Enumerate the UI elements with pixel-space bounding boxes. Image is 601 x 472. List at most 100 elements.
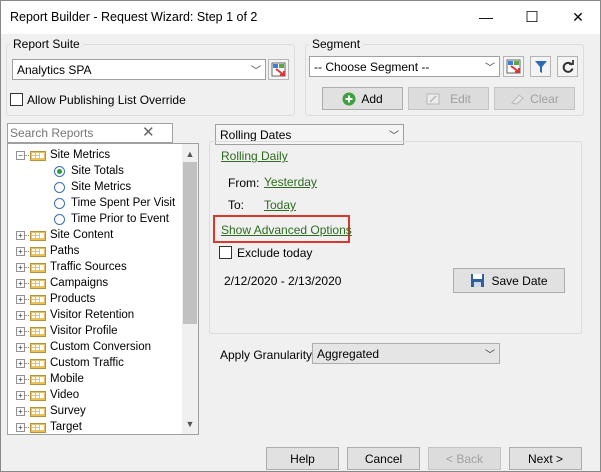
tree-folder-item[interactable]: + Site Content [16,227,113,243]
tree-item-label: Site Content [50,229,114,241]
report-suite-select[interactable]: Analytics SPA ﹀ [12,59,266,80]
expand-icon[interactable]: + [16,246,25,256]
granularity-select[interactable]: Aggregated ﹀ [312,343,500,364]
scroll-up-icon[interactable]: ▲ [182,146,198,162]
help-label: Help [290,451,315,466]
expand-icon[interactable]: + [16,278,25,288]
expand-icon[interactable]: + [16,294,25,304]
edit-segment-button[interactable]: Edit [408,87,489,110]
folder-icon [30,294,46,305]
tree-folder-item[interactable]: + Survey [16,403,86,419]
tree-connector [25,378,29,380]
tree-folder-item[interactable]: − Site Metrics [16,147,110,163]
tree-folder-item[interactable]: + Video [16,387,79,403]
tree-folder-item[interactable]: + Traffic Sources [16,259,127,275]
expand-icon[interactable]: + [16,342,25,352]
next-button[interactable]: Next > [509,447,582,470]
tree-connector [25,282,29,284]
radio-selected-icon[interactable] [54,165,65,177]
tree-item-label: Custom Traffic [50,357,124,369]
tree-folder-item[interactable]: + Paths [16,243,79,259]
tree-connector [25,298,29,300]
tree-folder-item[interactable]: + Visitor Profile [16,323,118,339]
folder-icon [30,262,46,273]
to-label: To: [228,198,245,212]
allow-override-checkbox[interactable] [10,93,23,106]
folder-icon [30,358,46,369]
search-input[interactable] [10,125,130,141]
refresh-button[interactable] [557,56,578,77]
expand-icon[interactable]: + [16,310,25,320]
tree-folder-item[interactable]: + Custom Traffic [16,355,124,371]
date-range-text: 2/12/2020 - 2/13/2020 [224,274,342,288]
rolling-daily-link[interactable]: Rolling Daily [221,149,288,163]
scroll-down-icon[interactable]: ▼ [182,416,198,432]
tree-item-label: Traffic Sources [50,261,127,273]
tree-connector [25,250,29,252]
clear-search-icon[interactable]: ✕ [142,123,155,141]
tree-folder-item[interactable]: + Custom Conversion [16,339,151,355]
add-segment-button[interactable]: Add [322,87,403,110]
segment-value: -- Choose Segment -- [314,60,430,74]
tree-folder-item[interactable]: + Campaigns [16,275,108,291]
exclude-today-checkbox[interactable] [219,246,232,259]
tree-folder-item[interactable]: + Products [16,291,95,307]
expand-icon[interactable]: + [16,422,25,432]
from-value-link[interactable]: Yesterday [264,175,317,189]
tree-folder-item[interactable]: + Visitor Retention [16,307,134,323]
radio-icon[interactable] [54,181,65,193]
tree-item-label: Time Prior to Event [71,213,169,225]
expand-icon[interactable]: + [16,374,25,384]
segment-legend: Segment [309,37,364,51]
expand-icon[interactable]: + [16,262,25,272]
expand-icon[interactable]: + [16,390,25,400]
tree-item-label: Site Totals [71,165,124,177]
tree-report-item[interactable]: Site Totals [54,163,124,179]
report-suite-picker-button[interactable] [268,59,289,80]
tree-scrollbar[interactable]: ▲ ▼ [182,144,198,434]
cancel-button[interactable]: Cancel [347,447,420,470]
tree-connector [25,346,29,348]
tree-item-label: Site Metrics [71,181,132,193]
maximize-button[interactable]: ☐ [509,0,555,34]
expand-icon[interactable]: + [16,230,25,240]
chevron-down-icon: ﹀ [389,131,399,142]
back-button[interactable]: < Back [428,447,501,470]
granularity-label: Apply Granularity [220,348,313,362]
tree-report-item[interactable]: Time Spent Per Visit [54,195,175,211]
folder-icon [30,310,46,321]
segment-picker-button[interactable] [503,56,524,77]
report-tree[interactable]: − Site Metrics Site Totals Site Metrics Time… [7,143,199,435]
expand-icon[interactable]: + [16,406,25,416]
scroll-thumb[interactable] [183,162,197,324]
expand-icon[interactable]: + [16,358,25,368]
window-title: Report Builder - Request Wizard: Step 1 … [10,10,258,24]
tree-item-label: Time Spent Per Visit [71,197,176,209]
tree-report-item[interactable]: Time Prior to Event [54,211,169,227]
radio-icon[interactable] [54,197,65,209]
tree-item-label: Custom Conversion [50,341,151,353]
tree-item-label: Paths [50,245,80,257]
folder-icon [30,278,46,289]
tree-connector [25,394,29,396]
help-button[interactable]: Help [266,447,339,470]
save-date-button[interactable]: Save Date [453,268,565,293]
show-advanced-options-link[interactable]: Show Advanced Options [221,223,352,237]
clear-segment-button[interactable]: Clear [494,87,575,110]
to-value-link[interactable]: Today [264,198,296,212]
save-icon [471,274,485,287]
tree-folder-item[interactable]: + Target [16,419,82,435]
minimize-button[interactable]: — [463,0,509,34]
close-button[interactable]: ✕ [555,0,601,34]
segment-select[interactable]: -- Choose Segment -- ﹀ [309,56,500,77]
filter-button[interactable] [530,56,551,77]
tree-folder-item[interactable]: + Mobile [16,371,84,387]
collapse-icon[interactable]: − [16,150,25,160]
folder-icon [30,406,46,417]
expand-icon[interactable]: + [16,326,25,336]
radio-icon[interactable] [54,213,65,225]
grid-picker-icon [271,62,286,77]
tree-connector [25,234,29,236]
tree-item-label: Visitor Profile [50,325,118,337]
tree-report-item[interactable]: Site Metrics [54,179,131,195]
